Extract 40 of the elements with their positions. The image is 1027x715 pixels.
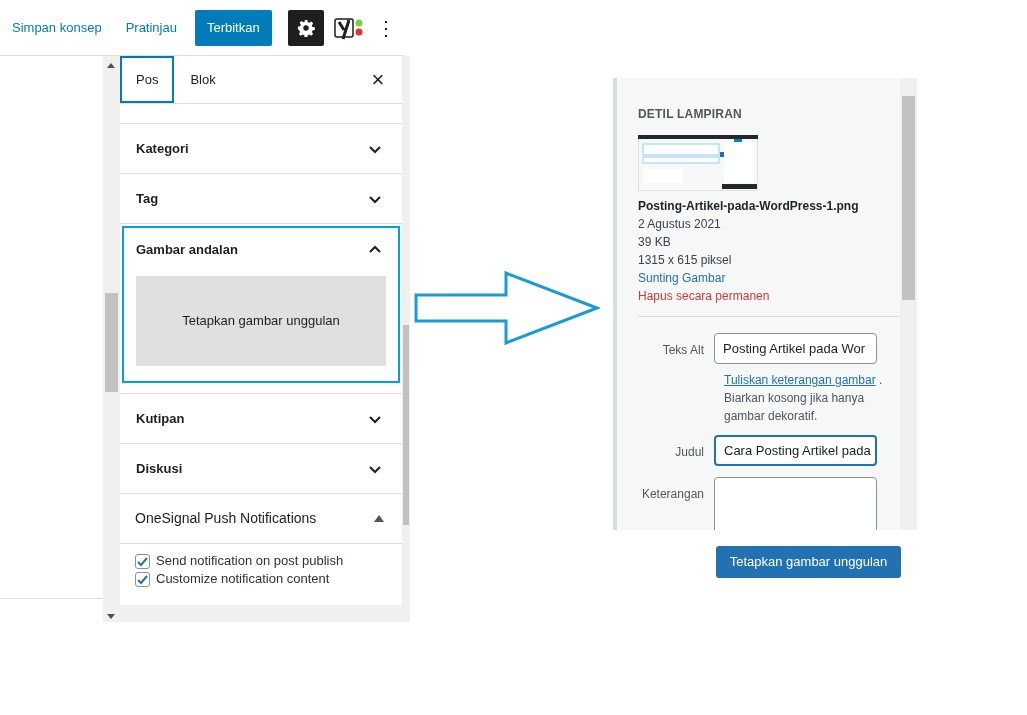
settings-icon: [296, 18, 315, 37]
panel-header[interactable]: OneSignal Push Notifications: [120, 494, 402, 543]
field-label: Judul: [674, 444, 705, 461]
field-label: Teks Alt: [661, 342, 705, 359]
scrollbar[interactable]: [402, 56, 410, 605]
help-link[interactable]: Tuliskan keterangan gambar: [724, 373, 876, 387]
edit-image-link[interactable]: Sunting Gambar: [638, 269, 726, 287]
triangle-icon: [374, 515, 384, 522]
sidebar-tab[interactable]: Blok: [174, 56, 232, 103]
publish-button[interactable]: Terbitkan: [194, 9, 272, 46]
field-label: Keterangan: [640, 486, 705, 503]
text-field[interactable]: Cara Posting Artikel pada: [714, 435, 877, 466]
help-text: Tuliskan keterangan gambar . Biarkan kosong jika hanya gambar dekoratif.: [724, 372, 884, 425]
image-dimensions: 1315 x 615 piksel: [638, 252, 733, 269]
preview-link[interactable]: Pratinjau: [125, 17, 177, 38]
panel-header[interactable]: Tag: [120, 174, 402, 223]
panel-header[interactable]: Kutipan: [120, 394, 402, 443]
settings-button[interactable]: [287, 9, 324, 46]
set-featured-image-button[interactable]: Tetapkan gambar unggulan: [716, 546, 901, 578]
panel-header[interactable]: Kategori: [120, 124, 402, 173]
file-name: Posting-Artikel-pada-WordPress-1.png: [638, 198, 860, 215]
caption-field[interactable]: [714, 477, 877, 530]
checkbox-label: Customize notification content: [156, 570, 330, 589]
text-field[interactable]: Posting Artikel pada Wor: [714, 333, 877, 364]
delete-permanently-link[interactable]: Hapus secara permanen: [638, 287, 770, 305]
panel-header[interactable]: Gambar andalan: [124, 228, 398, 271]
checkbox-label: Send notification on post publish: [156, 552, 344, 571]
scrollbar[interactable]: [103, 56, 120, 622]
more-menu-button[interactable]: ⋮: [375, 17, 388, 38]
set-featured-image-button[interactable]: Tetapkan gambar unggulan: [136, 276, 386, 366]
sidebar-tab[interactable]: Pos: [120, 56, 175, 103]
scrollbar[interactable]: [900, 78, 917, 530]
checkbox[interactable]: [135, 571, 150, 587]
save-draft-link[interactable]: Simpan konsep: [12, 17, 102, 38]
checkbox[interactable]: [135, 553, 150, 569]
close-button[interactable]: ×: [354, 56, 402, 103]
section-heading: DETIL LAMPIRAN: [638, 106, 743, 123]
upload-date: 2 Agustus 2021: [638, 216, 722, 233]
panel-header[interactable]: Diskusi: [120, 444, 402, 493]
file-size: 39 KB: [638, 234, 672, 251]
